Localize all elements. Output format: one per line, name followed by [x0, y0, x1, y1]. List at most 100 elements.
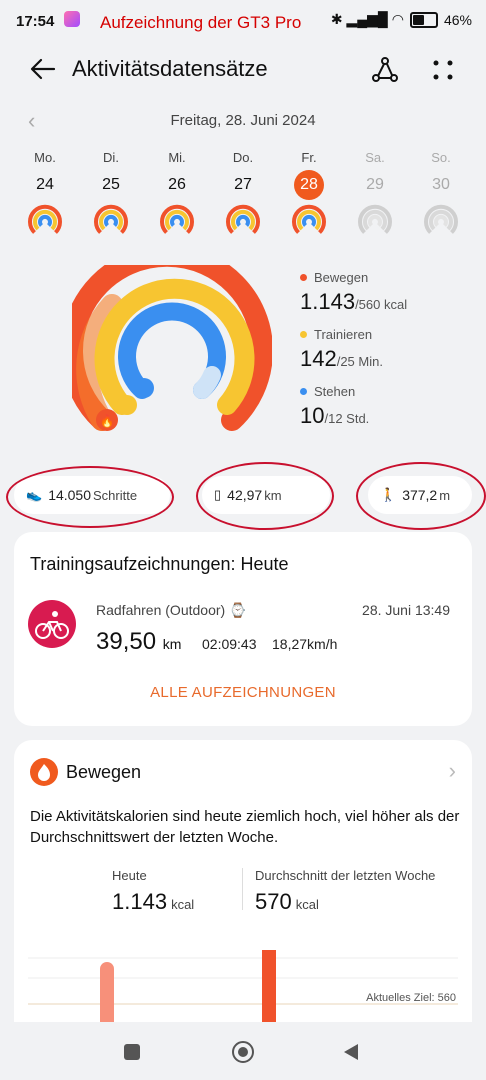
- exercise-dot-icon: [300, 331, 307, 338]
- battery-level: 46%: [443, 11, 472, 28]
- average-unit: kcal: [295, 897, 319, 912]
- climb-stat[interactable]: 🚶 377,2 m: [368, 476, 472, 514]
- stand-label: Stehen: [314, 384, 356, 399]
- shoe-icon: 👟: [26, 487, 43, 502]
- exercise-label: Trainieren: [314, 327, 373, 342]
- move-card-title: Bewegen: [66, 762, 142, 782]
- recent-apps-icon[interactable]: [124, 1044, 140, 1060]
- back-nav-icon[interactable]: [342, 1042, 360, 1062]
- stand-goal: /12 Std.: [324, 411, 370, 426]
- today-value: 1.143: [112, 889, 168, 914]
- today-block: Heute 1.143 kcal: [112, 868, 194, 915]
- mini-rings-icon: [28, 204, 62, 234]
- exercise-goal: /25 Min.: [336, 354, 383, 369]
- move-goal: /560 kcal: [355, 297, 408, 312]
- status-time: 17:54: [16, 13, 55, 30]
- watch-icon: ⌚: [229, 602, 247, 618]
- steps-value: 14.050: [48, 487, 92, 503]
- distance-unit: km: [264, 487, 282, 503]
- back-arrow-icon[interactable]: [28, 54, 58, 84]
- status-icons: ✱ ▂▄▆█ ◠ 46%: [331, 11, 472, 28]
- climbing-icon: 🚶: [380, 487, 397, 502]
- activity-duration: 02:09:43: [202, 636, 257, 652]
- move-dot-icon: [300, 274, 307, 281]
- day-item[interactable]: Di. 25: [78, 150, 144, 236]
- distance-number: 39,50: [96, 628, 157, 655]
- move-value: 1.143: [300, 289, 356, 314]
- day-item[interactable]: Fr. 28: [276, 150, 342, 236]
- legend-move: Bewegen 1.143/560 kcal: [300, 270, 407, 315]
- mini-rings-icon: [292, 204, 326, 234]
- day-name: Mi.: [168, 150, 186, 165]
- activity-label: Radfahren (Outdoor): [96, 602, 226, 618]
- mini-rings-icon: [358, 204, 392, 234]
- mini-rings-icon: [226, 204, 260, 234]
- current-date[interactable]: Freitag, 28. Juni 2024: [0, 112, 486, 129]
- day-item[interactable]: Sa. 29: [342, 150, 408, 236]
- home-icon[interactable]: [232, 1041, 254, 1063]
- goal-label: Aktuelles Ziel: 560: [366, 992, 456, 1004]
- average-block: Durchschnitt der letzten Woche 570 kcal: [255, 868, 435, 915]
- day-item[interactable]: So. 30: [408, 150, 474, 236]
- move-card: Bewegen › Die Aktivitätskalorien sind he…: [14, 740, 472, 1040]
- day-name: Fr.: [301, 150, 317, 165]
- chevron-right-icon[interactable]: ›: [449, 758, 456, 784]
- cycling-icon[interactable]: [28, 600, 76, 648]
- day-name: Do.: [232, 150, 254, 165]
- stand-value: 10: [300, 403, 325, 428]
- activity-speed: 18,27km/h: [272, 636, 338, 652]
- steps-stat[interactable]: 👟 14.050 Schritte: [14, 476, 170, 514]
- move-description: Die Aktivitätskalorien sind heute ziemli…: [30, 808, 460, 846]
- route-icon[interactable]: [370, 56, 400, 84]
- all-records-link[interactable]: ALLE AUFZEICHNUNGEN: [14, 684, 472, 701]
- day-item[interactable]: Do. 27: [210, 150, 276, 236]
- climb-unit: m: [439, 487, 451, 503]
- app-notification-icon: [64, 11, 80, 27]
- more-options-icon[interactable]: [428, 56, 458, 84]
- activity-rings: 🔥: [72, 265, 272, 431]
- legend-exercise: Trainieren 142/25 Min.: [300, 327, 407, 372]
- battery-icon: [409, 11, 438, 28]
- day-name: Di.: [103, 150, 119, 165]
- distance-stat[interactable]: ▯ 42,97 km: [202, 476, 330, 514]
- today-unit: kcal: [171, 897, 195, 912]
- average-label: Durchschnitt der letzten Woche: [255, 868, 436, 883]
- day-number: 27: [234, 176, 252, 193]
- distance-unit-label: km: [162, 636, 182, 652]
- day-number: 25: [102, 176, 120, 193]
- day-number: 28: [294, 170, 324, 200]
- day-name: So.: [431, 150, 451, 165]
- week-strip: Mo. 24 Di. 25 Mi. 26 Do. 27 Fr. 28 Sa. 29 So. 30: [12, 150, 474, 236]
- exercise-value: 142: [300, 346, 337, 371]
- mini-rings-icon: [94, 204, 128, 234]
- system-nav-bar: [0, 1022, 486, 1080]
- today-label: Heute: [112, 868, 147, 883]
- svg-text:🔥: 🔥: [100, 414, 115, 428]
- day-number: 26: [168, 176, 186, 193]
- recording-label: Aufzeichnung der GT3 Pro: [100, 13, 302, 32]
- move-label: Bewegen: [314, 270, 369, 285]
- day-name: Mo.: [34, 150, 56, 165]
- steps-unit: Schritte: [93, 487, 138, 503]
- records-title: Trainingsaufzeichnungen: Heute: [30, 554, 289, 574]
- day-name: Sa.: [365, 150, 385, 165]
- legend-stand: Stehen 10/12 Std.: [300, 384, 407, 429]
- day-number: 24: [36, 176, 54, 193]
- day-number: 29: [366, 176, 384, 193]
- day-number: 30: [432, 176, 450, 193]
- activity-legend: Bewegen 1.143/560 kcal Trainieren 142/25…: [300, 270, 407, 441]
- mini-rings-icon: [424, 204, 458, 234]
- distance-value: 42,97: [227, 487, 263, 503]
- activity-name[interactable]: Radfahren (Outdoor) ⌚: [96, 602, 247, 619]
- day-item[interactable]: Mi. 26: [144, 150, 210, 236]
- distance-icon: ▯: [214, 487, 222, 502]
- average-value: 570: [255, 889, 292, 914]
- page-title: Aktivitätsdatensätze: [72, 56, 268, 81]
- status-bar: 17:54 Aufzeichnung der GT3 Pro ✱ ▂▄▆█ ◠ …: [0, 0, 486, 44]
- activity-datetime: 28. Juni 13:49: [362, 602, 450, 618]
- training-records-card: Trainingsaufzeichnungen: Heute Radfahren…: [14, 532, 472, 726]
- mini-rings-icon: [160, 204, 194, 234]
- day-item[interactable]: Mo. 24: [12, 150, 78, 236]
- stand-dot-icon: [300, 388, 307, 395]
- flame-icon: [30, 758, 58, 786]
